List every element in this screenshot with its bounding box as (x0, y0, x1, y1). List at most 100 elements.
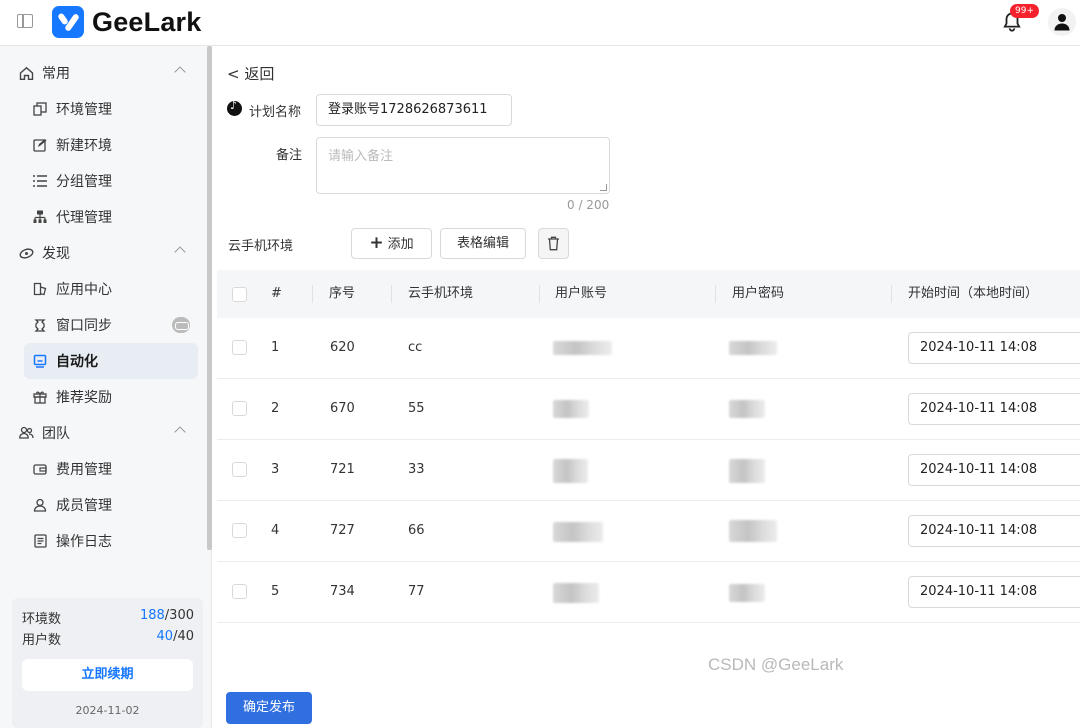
sidebar-group-discover[interactable]: 发现 (0, 235, 204, 271)
sidebar-item-label: 操作日志 (56, 534, 112, 550)
user-usage-value: 40/40 (156, 629, 194, 644)
chevron-up-icon (174, 246, 186, 258)
sidebar-item-members[interactable]: 成员管理 (0, 487, 204, 523)
sidebar-item-label: 环境管理 (56, 102, 112, 118)
user-usage-label: 用户数 (22, 633, 62, 648)
table-row[interactable]: 4 727 66 2024-10-11 14:08 (217, 501, 1080, 562)
row-checkbox[interactable] (232, 340, 247, 355)
note-placeholder: 请输入备注 (328, 149, 394, 164)
column-header: 开始时间（本地时间） (908, 286, 1039, 301)
column-header: 云手机环境 (408, 286, 474, 301)
redacted-password (729, 341, 777, 355)
sidebar-item-referral[interactable]: 推荐奖励 (0, 379, 204, 415)
row-index: 2 (271, 401, 280, 416)
sidebar-toggle-icon[interactable] (17, 14, 33, 28)
network-icon (32, 209, 48, 225)
main-content: < 返回 计划名称 登录账号1728626873611 备注 请输入备注 0 /… (217, 46, 1080, 728)
sidebar-item-label: 代理管理 (56, 210, 112, 226)
resize-handle-icon[interactable] (600, 184, 607, 191)
sidebar-scrollbar[interactable] (207, 46, 212, 550)
sidebar-item-automation[interactable]: 自动化 (24, 343, 198, 379)
start-time-input[interactable]: 2024-10-11 14:08 (908, 332, 1080, 364)
column-header: 用户账号 (555, 286, 608, 301)
table-row[interactable]: 2 670 55 2024-10-11 14:08 (217, 379, 1080, 440)
column-header: # (271, 286, 282, 301)
row-checkbox[interactable] (232, 584, 247, 599)
table-row[interactable]: 1 620 cc 2024-10-11 14:08 (217, 318, 1080, 379)
trash-icon (548, 236, 559, 251)
sidebar-item-proxy-manage[interactable]: 代理管理 (0, 199, 204, 235)
redacted-password (729, 400, 765, 418)
row-env: 33 (408, 462, 425, 477)
sidebar-item-label: 费用管理 (56, 462, 112, 478)
notification-badge: 99+ (1010, 4, 1039, 18)
sidebar-item-new-env[interactable]: 新建环境 (0, 127, 204, 163)
row-checkbox[interactable] (232, 401, 247, 416)
row-seq: 721 (330, 462, 355, 477)
row-env: cc (408, 340, 423, 355)
vr-glasses-icon (172, 317, 190, 333)
row-checkbox[interactable] (232, 462, 247, 477)
table-edit-button[interactable]: 表格编辑 (440, 228, 526, 259)
sidebar-item-label: 自动化 (56, 354, 98, 370)
publish-button[interactable]: 确定发布 (226, 692, 312, 724)
sidebar-item-group-manage[interactable]: 分组管理 (0, 163, 204, 199)
start-time-input[interactable]: 2024-10-11 14:08 (908, 576, 1080, 608)
app-logo[interactable]: GeeLark (52, 6, 201, 38)
app-center-icon (32, 281, 48, 297)
list-icon (32, 173, 48, 189)
column-divider (715, 285, 716, 303)
column-divider (539, 285, 540, 303)
sidebar-item-label: 应用中心 (56, 282, 112, 298)
table-row[interactable]: 5 734 77 2024-10-11 14:08 (217, 562, 1080, 623)
usage-card: 环境数 188/300 用户数 40/40 立即续期 2024-11-02 (12, 598, 203, 728)
renew-button[interactable]: 立即续期 (22, 659, 193, 691)
column-divider (391, 285, 392, 303)
row-seq: 620 (330, 340, 355, 355)
delete-button[interactable] (538, 228, 569, 259)
column-header: 序号 (329, 286, 356, 301)
select-all-checkbox[interactable] (232, 287, 247, 302)
back-link[interactable]: < 返回 (227, 63, 274, 84)
start-time-input[interactable]: 2024-10-11 14:08 (908, 515, 1080, 547)
chevron-up-icon (174, 66, 186, 78)
redacted-account (553, 400, 589, 418)
wallet-icon (32, 461, 48, 477)
row-env: 77 (408, 584, 425, 599)
user-avatar-icon[interactable] (1048, 8, 1076, 36)
sidebar-item-billing[interactable]: 费用管理 (0, 451, 204, 487)
row-checkbox[interactable] (232, 523, 247, 538)
add-env-button[interactable]: + 添加 (351, 228, 432, 259)
redacted-password (729, 520, 777, 542)
sidebar-item-logs[interactable]: 操作日志 (0, 523, 204, 559)
column-divider (312, 285, 313, 303)
column-header: 用户密码 (732, 286, 785, 301)
copy-icon (32, 101, 48, 117)
row-seq: 727 (330, 523, 355, 538)
row-index: 3 (271, 462, 280, 477)
app-name: GeeLark (92, 6, 202, 37)
user-usage-row: 用户数 40/40 (22, 629, 194, 649)
note-textarea[interactable]: 请输入备注 (316, 137, 610, 194)
start-time-input[interactable]: 2024-10-11 14:08 (908, 454, 1080, 486)
row-env: 66 (408, 523, 425, 538)
redacted-account (553, 522, 603, 542)
redacted-password (729, 584, 765, 602)
sidebar-item-label: 窗口同步 (56, 318, 112, 334)
redacted-account (553, 583, 599, 603)
env-usage-row: 环境数 188/300 (22, 608, 194, 628)
sidebar-item-env-manage[interactable]: 环境管理 (0, 91, 204, 127)
table-row[interactable]: 3 721 33 2024-10-11 14:08 (217, 440, 1080, 501)
row-index: 1 (271, 340, 280, 355)
row-seq: 734 (330, 584, 355, 599)
start-time-input[interactable]: 2024-10-11 14:08 (908, 393, 1080, 425)
row-seq: 670 (330, 401, 355, 416)
edit-icon (32, 137, 48, 153)
sidebar-group-common[interactable]: 常用 (0, 55, 204, 91)
geelark-logo-icon (52, 6, 84, 38)
sidebar-item-app-center[interactable]: 应用中心 (0, 271, 204, 307)
plan-name-input[interactable]: 登录账号1728626873611 (316, 94, 512, 126)
sidebar-item-window-sync[interactable]: 窗口同步 (0, 307, 204, 343)
sidebar-group-team[interactable]: 团队 (0, 415, 204, 451)
sidebar-item-label: 新建环境 (56, 138, 112, 154)
